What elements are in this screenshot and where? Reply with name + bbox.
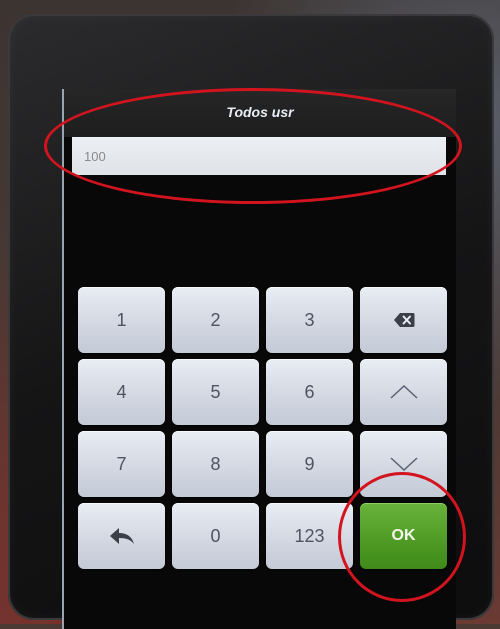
key-2-label: 2 (210, 309, 221, 330)
key-4-label: 4 (116, 381, 127, 402)
chevron-up-icon (389, 384, 419, 400)
key-0-label: 0 (210, 525, 221, 546)
key-2[interactable]: 2 (172, 287, 259, 353)
key-0[interactable]: 0 (172, 503, 259, 569)
key-3-label: 3 (304, 309, 315, 330)
up-button[interactable] (360, 359, 447, 425)
backspace-button[interactable] (360, 287, 447, 353)
key-4[interactable]: 4 (78, 359, 165, 425)
back-arrow-icon (109, 526, 135, 546)
key-9-label: 9 (304, 453, 315, 474)
value-input[interactable] (72, 137, 446, 175)
key-8[interactable]: 8 (172, 431, 259, 497)
screen-title: Todos usr (226, 104, 294, 120)
key-3[interactable]: 3 (266, 287, 353, 353)
ok-label: OK (391, 527, 416, 544)
key-7[interactable]: 7 (78, 431, 165, 497)
key-5-label: 5 (210, 381, 221, 402)
backspace-icon (393, 312, 415, 328)
key-9[interactable]: 9 (266, 431, 353, 497)
input-mode-button[interactable]: 123 (266, 503, 353, 569)
title-bar: Todos usr (64, 89, 456, 137)
ok-button[interactable]: OK (360, 503, 447, 569)
terminal-device: Todos usr 1 2 3 (8, 14, 494, 629)
key-7-label: 7 (116, 453, 127, 474)
key-6[interactable]: 6 (266, 359, 353, 425)
key-8-label: 8 (210, 453, 221, 474)
device-screen: Todos usr 1 2 3 (62, 89, 456, 629)
key-1-label: 1 (116, 309, 127, 330)
key-5[interactable]: 5 (172, 359, 259, 425)
input-mode-label: 123 (294, 525, 325, 546)
down-button[interactable] (360, 431, 447, 497)
chevron-down-icon (389, 456, 419, 472)
key-6-label: 6 (304, 381, 315, 402)
back-button[interactable] (78, 503, 165, 569)
key-1[interactable]: 1 (78, 287, 165, 353)
keypad: 1 2 3 4 5 6 7 8 9 0 123 OK (78, 287, 448, 569)
